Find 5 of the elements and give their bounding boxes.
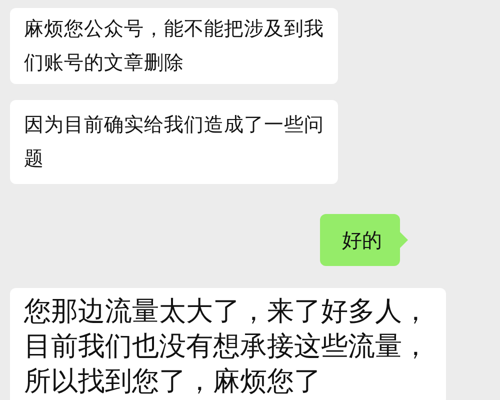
bubble-tail bbox=[400, 232, 408, 248]
message-bubble: 麻烦您公众号，能不能把涉及到我们账号的文章删除 bbox=[10, 8, 338, 84]
message-bubble: 因为目前确实给我们造成了一些问题 bbox=[10, 100, 338, 184]
message-bubble: 您那边流量太大了，来了好多人，目前我们也没有想承接这些流量，所以找到您了，麻烦您了 bbox=[10, 288, 446, 400]
message-bubble: 好的 bbox=[320, 214, 400, 266]
